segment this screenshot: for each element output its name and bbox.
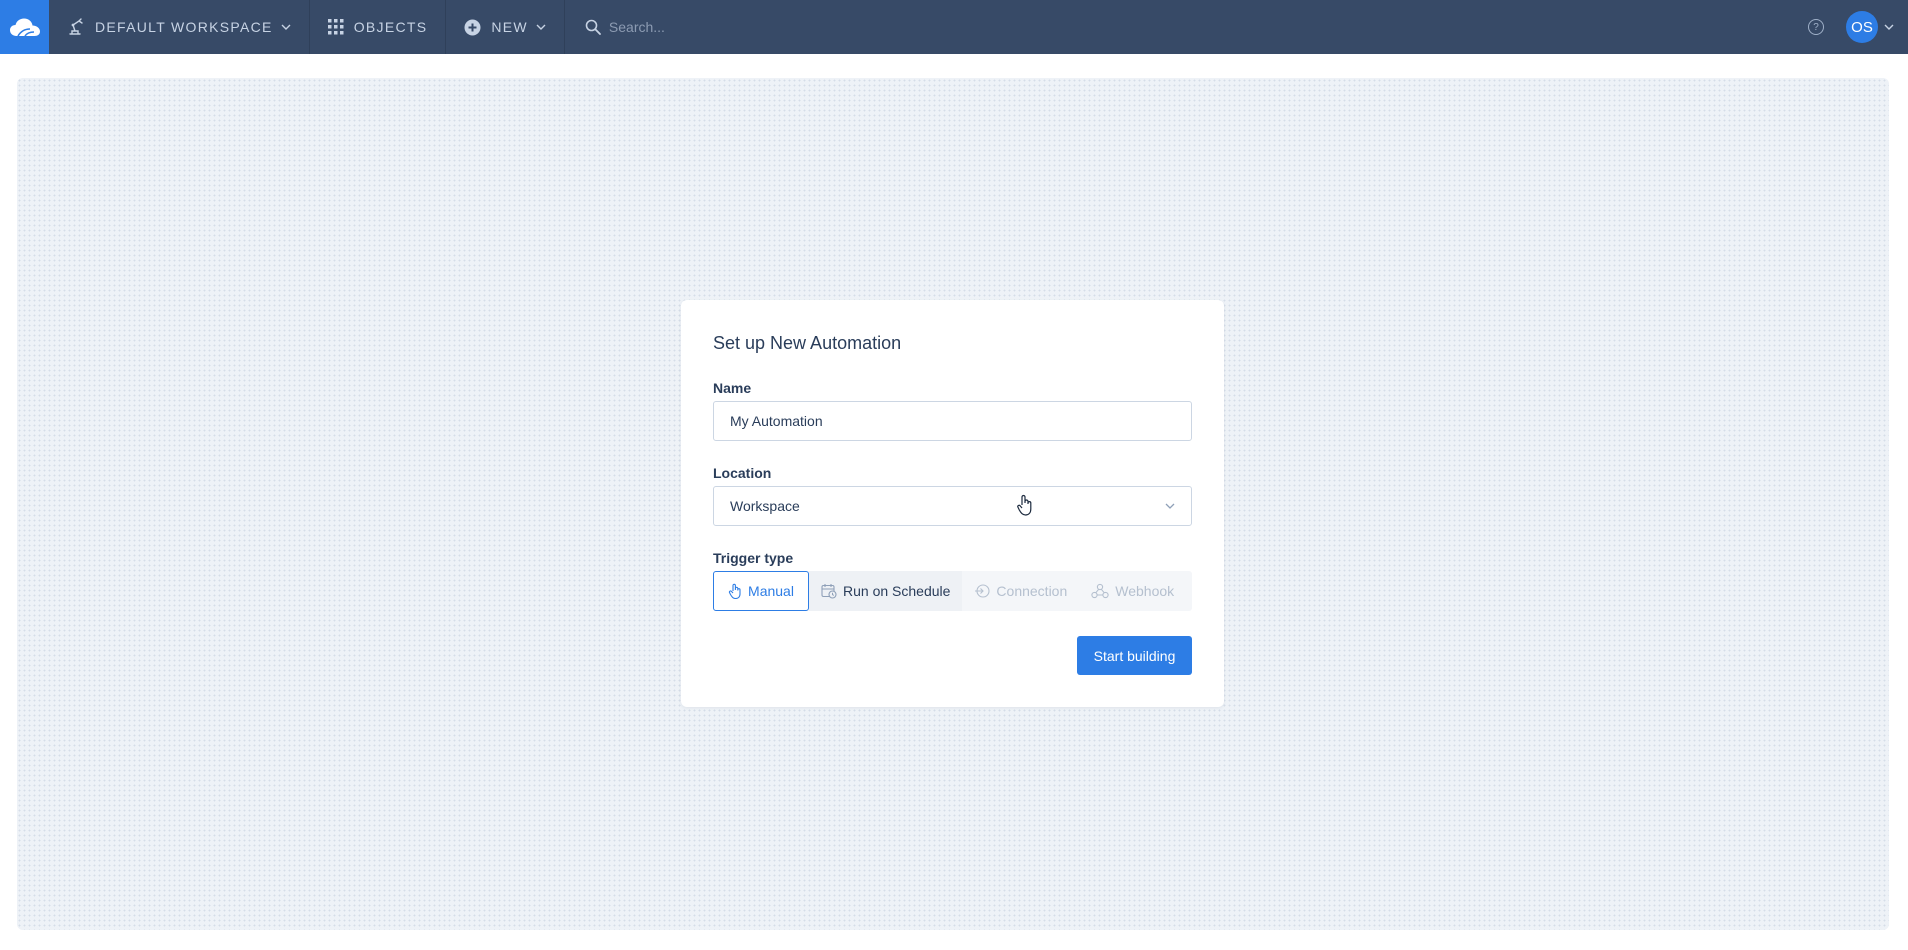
- trigger-schedule-label: Run on Schedule: [843, 583, 951, 599]
- name-input[interactable]: My Automation: [713, 401, 1192, 441]
- name-value: My Automation: [730, 413, 823, 429]
- trigger-connection-option[interactable]: Connection: [962, 571, 1079, 611]
- chevron-down-icon: [536, 24, 546, 30]
- workspace-switcher[interactable]: DEFAULT WORKSPACE: [49, 0, 310, 54]
- avatar: OS: [1846, 11, 1878, 43]
- chevron-down-icon: [1165, 503, 1175, 509]
- top-navigation-bar: DEFAULT WORKSPACE OBJECTS NEW Search... …: [0, 0, 1908, 54]
- search-input[interactable]: [608, 19, 909, 35]
- trigger-schedule-option[interactable]: Run on Schedule: [809, 571, 963, 611]
- trigger-manual-label: Manual: [748, 583, 794, 599]
- location-label: Location: [713, 465, 772, 481]
- location-value: Workspace: [730, 498, 800, 514]
- search-box: [565, 0, 929, 54]
- trigger-webhook-label: Webhook: [1115, 583, 1175, 599]
- help-glyph: ?: [1813, 21, 1819, 33]
- chevron-down-icon: [1884, 24, 1894, 30]
- connection-icon: [975, 584, 990, 598]
- name-label: Name: [713, 380, 752, 396]
- calendar-clock-icon: [821, 584, 837, 599]
- new-menu-button[interactable]: NEW: [446, 0, 565, 54]
- plus-circle-icon: [464, 19, 481, 35]
- search-icon: [585, 19, 601, 35]
- objects-menu-button[interactable]: OBJECTS: [310, 0, 447, 54]
- webhook-icon: [1091, 583, 1109, 599]
- workspace-label: DEFAULT WORKSPACE: [95, 19, 273, 35]
- trigger-type-selector: Manual Run on Schedule Connection Webhoo…: [713, 571, 1192, 611]
- new-automation-dialog: Set up New Automation Name My Automation…: [681, 300, 1224, 707]
- new-label: NEW: [491, 19, 528, 35]
- topbar-right-tools: ? OS: [1808, 0, 1908, 54]
- user-menu[interactable]: OS: [1846, 11, 1894, 43]
- help-icon[interactable]: ?: [1808, 19, 1824, 35]
- trigger-webhook-option[interactable]: Webhook: [1079, 571, 1186, 611]
- trigger-type-label: Trigger type: [713, 550, 794, 566]
- workspace-robot-arm-icon: [69, 18, 83, 35]
- objects-label: OBJECTS: [353, 19, 428, 35]
- start-building-button[interactable]: Start building: [1077, 636, 1192, 675]
- dialog-title: Set up New Automation: [713, 333, 902, 353]
- cloud-logo-icon: [9, 18, 40, 37]
- chevron-down-icon: [281, 24, 291, 30]
- hand-cursor-icon: [1017, 494, 1032, 516]
- hand-pointer-icon: [728, 583, 741, 599]
- grid-icon: [327, 19, 344, 35]
- location-select[interactable]: Workspace: [713, 486, 1192, 526]
- trigger-connection-label: Connection: [996, 583, 1068, 599]
- logo-button[interactable]: [0, 0, 49, 54]
- trigger-manual-option[interactable]: Manual: [713, 571, 809, 611]
- user-initials: OS: [1851, 18, 1873, 36]
